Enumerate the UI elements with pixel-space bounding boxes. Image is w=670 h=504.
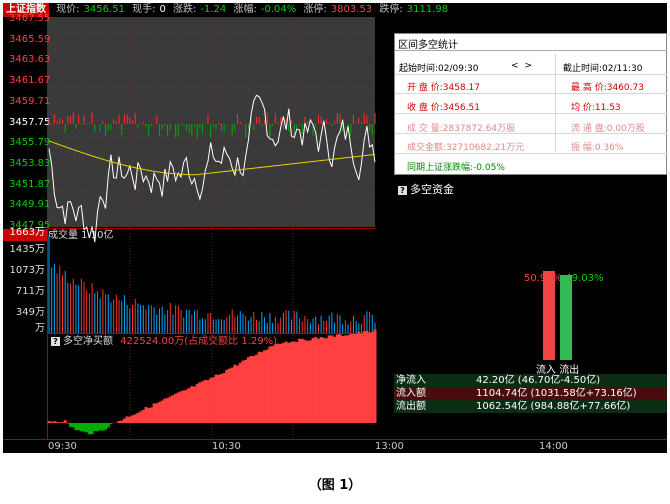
inflow-label: 流入额 (396, 388, 426, 399)
nav-next-button[interactable]: > (525, 61, 539, 71)
stats-avg: 均 价:11.53 (571, 103, 621, 113)
stats-amplitude: 振 幅:0.36% (571, 143, 624, 153)
inflow-value: 1104.74亿 (1031.58亿+73.16亿) (476, 388, 637, 399)
flow-row-net: 净流入 42.20亿 (46.70亿-4.50亿) (394, 374, 667, 387)
outflow-value: 1062.54亿 (984.88亿+77.66亿) (476, 401, 631, 412)
outflow-label: 流出额 (396, 401, 426, 412)
capital-flow-panel: ?多空资金 50.97% 49.03% 流入 流出 净流入 42.20亿 (46… (394, 177, 667, 413)
stats-end-time[interactable]: 截止时间:02/11:30 (563, 61, 642, 74)
net-label: 净流入 (396, 375, 426, 386)
stats-open: 开 盘 价:3458.17 (407, 83, 480, 93)
stock-terminal: 上证指数 现价: 3456.51 现手: 0 涨跌: -1.24 涨幅: -0.04% … (3, 3, 667, 453)
net-value: 42.20亿 (46.70亿-4.50亿) (476, 375, 601, 386)
stats-period-change: 同期上证涨跌幅:-0.05% (407, 163, 505, 173)
stats-title: 区间多空统计 (398, 40, 458, 51)
flow-in-bar (543, 271, 555, 360)
stats-nav: <> (511, 61, 538, 71)
nav-prev-button[interactable]: < (511, 61, 525, 71)
stats-start-time[interactable]: 起始时间:02/09:30 (399, 61, 478, 74)
flow-row-inflow: 流入额 1104.74亿 (1031.58亿+73.16亿) (394, 387, 667, 400)
flow-title: 多空资金 (410, 183, 454, 196)
figure-caption: （图 1） (308, 478, 362, 493)
interval-stats-panel: 区间多空统计 起始时间:02/09:30 <> 截止时间:02/11:30 开 … (394, 33, 667, 175)
flow-row-outflow: 流出额 1062.54亿 (984.88亿+77.66亿) (394, 400, 667, 413)
price-line (48, 94, 376, 243)
flow-out-bar (560, 274, 572, 360)
flow-help-icon[interactable]: ? (398, 185, 407, 195)
stats-amount: 成交金额:32710682.21万元 (407, 143, 525, 153)
stats-high: 最 高 价:3460.73 (571, 83, 644, 93)
stats-close: 收 盘 价:3456.51 (407, 103, 480, 113)
flow-header: ? 多空资金 (398, 181, 454, 197)
